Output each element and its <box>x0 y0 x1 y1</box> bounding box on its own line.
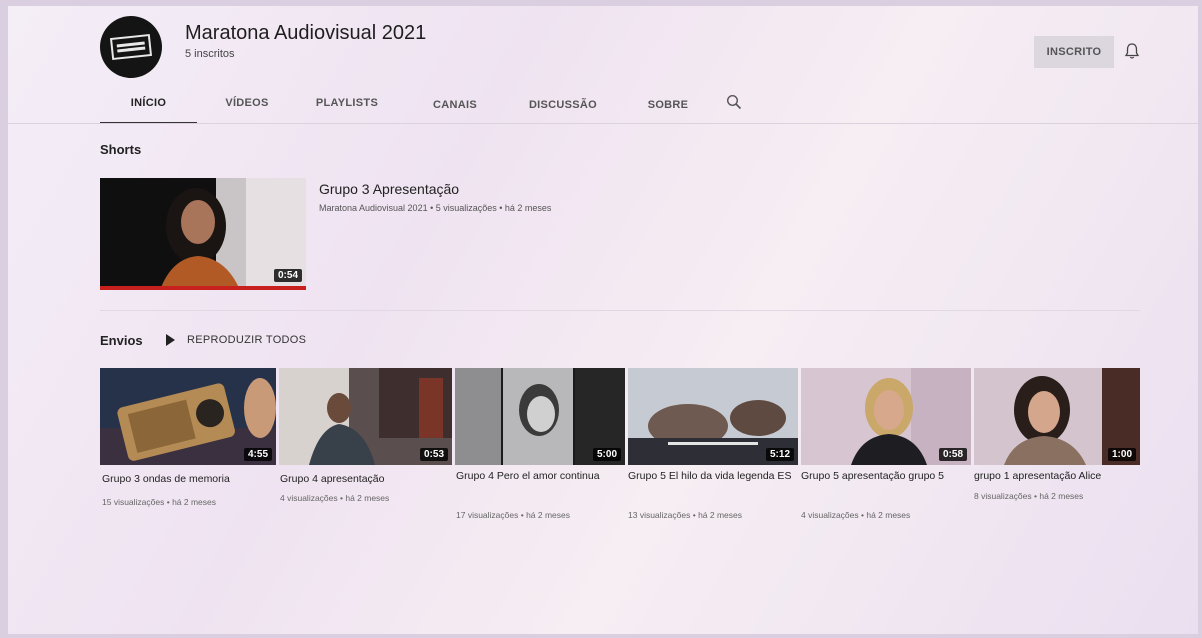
tab-discussao[interactable]: DISCUSSÃO <box>518 94 608 124</box>
channel-logo <box>109 33 153 61</box>
video-title[interactable]: Grupo 5 apresentação grupo 5 <box>801 469 969 484</box>
channel-header: Maratona Audiovisual 2021 5 inscritos IN… <box>8 6 1198 124</box>
channel-name: Maratona Audiovisual 2021 <box>185 22 427 44</box>
search-icon[interactable] <box>726 94 742 110</box>
subscribed-button[interactable]: INSCRITO <box>1034 36 1114 68</box>
short-thumbnail[interactable]: 0:54 <box>100 178 306 290</box>
video-thumbnail[interactable]: 4:55 <box>100 368 276 465</box>
short-video-title[interactable]: Grupo 3 Apresentação <box>319 181 459 197</box>
tabs-divider <box>8 123 1198 124</box>
channel-avatar[interactable] <box>100 16 162 78</box>
duration-badge: 5:12 <box>765 448 794 461</box>
play-all-button[interactable]: REPRODUZIR TODOS <box>166 334 306 346</box>
section-divider <box>100 310 1140 311</box>
video-title[interactable]: Grupo 4 apresentação <box>280 472 448 487</box>
tab-playlists[interactable]: PLAYLISTS <box>307 94 387 124</box>
video-meta: 13 visualizações • há 2 meses <box>628 510 743 520</box>
duration-badge: 1:00 <box>1107 448 1136 461</box>
video-thumbnail[interactable]: 5:12 <box>628 368 798 465</box>
video-thumbnail[interactable]: 0:53 <box>279 368 452 465</box>
duration-badge: 0:54 <box>273 269 302 282</box>
video-title[interactable]: grupo 1 apresentação Alice <box>974 469 1142 484</box>
play-icon <box>166 334 175 346</box>
video-meta: 4 visualizações • há 2 meses <box>801 510 911 520</box>
duration-badge: 5:00 <box>592 448 621 461</box>
tab-sobre[interactable]: SOBRE <box>638 94 698 124</box>
tab-videos[interactable]: VÍDEOS <box>212 94 282 124</box>
shorts-section-title: Shorts <box>100 142 142 157</box>
duration-badge: 4:55 <box>243 448 272 461</box>
video-meta: 15 visualizações • há 2 meses <box>102 497 217 507</box>
tab-inicio[interactable]: INÍCIO <box>100 94 197 124</box>
video-thumbnail[interactable]: 5:00 <box>455 368 625 465</box>
video-meta: 4 visualizações • há 2 meses <box>280 493 390 503</box>
video-meta: 17 visualizações • há 2 meses <box>456 510 571 520</box>
play-all-label: REPRODUZIR TODOS <box>187 334 307 346</box>
bell-icon[interactable] <box>1124 42 1140 60</box>
duration-badge: 0:58 <box>938 448 967 461</box>
video-meta: 8 visualizações • há 2 meses <box>974 491 1084 501</box>
video-thumbnail[interactable]: 0:58 <box>801 368 971 465</box>
youtube-channel-page: Maratona Audiovisual 2021 5 inscritos IN… <box>8 6 1198 634</box>
subscriber-count: 5 inscritos <box>185 48 235 60</box>
video-title[interactable]: Grupo 4 Pero el amor continua <box>456 469 624 484</box>
short-video-meta: Maratona Audiovisual 2021 • 5 visualizaç… <box>319 203 552 213</box>
uploads-section-title: Envios <box>100 333 143 348</box>
video-title[interactable]: Grupo 5 El hilo da vida legenda ES <box>628 469 796 484</box>
duration-badge: 0:53 <box>419 448 448 461</box>
video-title[interactable]: Grupo 3 ondas de memoria <box>102 472 270 487</box>
tab-canais[interactable]: CANAIS <box>425 94 485 124</box>
video-thumbnail[interactable]: 1:00 <box>974 368 1140 465</box>
